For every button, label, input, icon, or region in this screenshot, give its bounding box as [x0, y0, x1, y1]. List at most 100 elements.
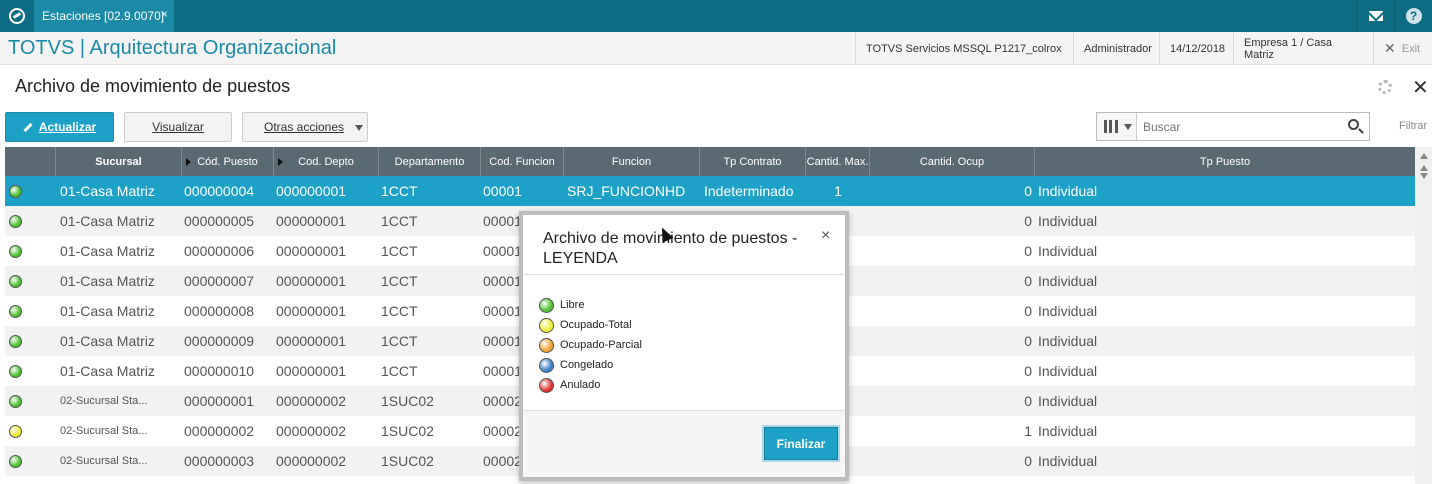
legend-item: Congelado	[539, 357, 613, 373]
column-header-tp-contrato[interactable]: Tp Contrato	[700, 147, 806, 176]
cell-depto: 000000001	[276, 243, 347, 259]
column-header-cantid-max[interactable]: Cantid. Max.	[806, 147, 870, 176]
cell-departamento: 1SUC02	[381, 453, 434, 469]
cell-departamento: 1CCT	[381, 333, 418, 349]
column-header-sucursal[interactable]: Sucursal	[56, 147, 182, 176]
tab-close-icon[interactable]: ×	[161, 7, 168, 21]
column-header-label: Cod. Depto	[298, 155, 354, 168]
legend-label: Congelado	[560, 359, 614, 371]
column-header-status[interactable]	[5, 147, 56, 176]
cell-departamento: 1CCT	[381, 243, 418, 259]
visualizar-button[interactable]: Visualizar	[124, 112, 232, 142]
column-header-departamento[interactable]: Departamento	[379, 147, 481, 176]
dialog-footer: Finalizar	[523, 410, 845, 477]
legend-label: Ocupado-Parcial	[560, 339, 642, 351]
totvs-logo-icon[interactable]	[0, 0, 34, 32]
search-input[interactable]	[1143, 113, 1343, 140]
date-info: 14/12/2018	[1159, 32, 1233, 65]
pencil-icon	[23, 122, 33, 132]
cell-puesto: 000000005	[184, 213, 255, 229]
scroll-up-icon[interactable]	[1419, 165, 1428, 171]
exit-icon: ✕	[1384, 40, 1396, 56]
cell-puesto: 000000002	[184, 423, 255, 439]
cell-ocup: 0	[1024, 213, 1032, 229]
exit-button[interactable]: ✕ Exit	[1373, 32, 1432, 65]
cell-sucursal: 01-Casa Matriz	[60, 303, 155, 319]
cell-ocup: 0	[1024, 393, 1032, 409]
cell-tipo: Individual	[1038, 363, 1098, 379]
cell-depto: 000000002	[276, 453, 347, 469]
cell-puesto: 000000009	[184, 333, 255, 349]
column-header-cod-funcion[interactable]: Cod. Funcion	[481, 147, 564, 176]
legend-label: Ocupado-Total	[560, 319, 632, 331]
legend-item: Ocupado-Parcial	[539, 337, 642, 353]
scroll-top-icon[interactable]	[1419, 153, 1428, 159]
status-dot-icon	[9, 365, 22, 378]
tab-label: Estaciones [02.9.0070]	[42, 9, 165, 23]
cell-tipo: Individual	[1038, 213, 1098, 229]
cell-sucursal: 01-Casa Matriz	[60, 273, 155, 289]
legend-dot-icon	[539, 317, 554, 333]
cell-departamento: 1CCT	[381, 273, 418, 289]
grid-scrollbar[interactable]	[1415, 147, 1432, 484]
top-bar: Estaciones [02.9.0070] × ?	[0, 0, 1432, 32]
close-icon[interactable]: ×	[821, 227, 830, 245]
cell-depto: 000000002	[276, 393, 347, 409]
column-header-funcion[interactable]: Funcion	[564, 147, 700, 176]
actualizar-label: Actualizar	[38, 120, 97, 134]
status-dot-icon	[9, 245, 22, 258]
tab-estaciones[interactable]: Estaciones [02.9.0070] ×	[34, 0, 174, 32]
column-header-cod-depto[interactable]: Cod. Depto	[274, 147, 379, 176]
finalizar-button[interactable]: Finalizar	[764, 427, 838, 460]
cell-depto: 000000001	[276, 273, 347, 289]
cell-funcion: SRJ_FUNCIONHD	[567, 183, 686, 199]
company-info[interactable]: Empresa 1 / Casa Matriz	[1233, 32, 1373, 65]
table-row[interactable]: 01-Casa Matriz 000000004 000000001 1CCT 0000…	[5, 176, 1415, 206]
cell-depto: 000000001	[276, 363, 347, 379]
cell-sucursal: 01-Casa Matriz	[60, 213, 155, 229]
cell-depto: 000000001	[276, 183, 347, 199]
legend-dot-icon	[539, 377, 554, 393]
environment-info: TOTVS Servicios MSSQL P1217_colrox	[855, 32, 1073, 65]
cell-tipo: Individual	[1038, 243, 1098, 259]
cell-depto: 000000001	[276, 213, 347, 229]
column-header-cantid-ocup[interactable]: Cantid. Ocup	[870, 147, 1035, 176]
legend-item: Libre	[539, 297, 584, 313]
divider	[523, 274, 845, 275]
gear-icon[interactable]	[1378, 80, 1392, 94]
scroll-down-icon[interactable]	[1419, 173, 1428, 179]
actualizar-button[interactable]: Actualizar	[5, 112, 114, 142]
cell-puesto: 000000008	[184, 303, 255, 319]
column-header-cod-puesto[interactable]: Cód. Puesto	[182, 147, 274, 176]
exit-label: Exit	[1401, 42, 1421, 55]
chevron-down-icon	[1124, 124, 1132, 130]
cell-departamento: 1CCT	[381, 303, 418, 319]
help-icon[interactable]: ?	[1394, 0, 1432, 32]
chevron-down-icon	[355, 125, 363, 131]
status-dot-icon	[9, 185, 22, 198]
cell-puesto: 000000003	[184, 453, 255, 469]
cell-depto: 000000002	[276, 423, 347, 439]
app-title: TOTVS | Arquitectura Organizacional	[8, 37, 337, 59]
cell-tipo: Individual	[1038, 423, 1098, 439]
cell-tipo: Individual	[1038, 453, 1098, 469]
column-header-tp-puesto[interactable]: Tp Puesto	[1035, 147, 1415, 176]
status-dot-icon	[9, 275, 22, 288]
close-page-icon[interactable]: ✕	[1412, 75, 1429, 100]
status-dot-icon	[9, 335, 22, 348]
cell-sucursal: 01-Casa Matriz	[60, 243, 155, 259]
visualizar-label: Visualizar	[152, 120, 204, 134]
cell-sucursal: 01-Casa Matriz	[60, 183, 155, 199]
status-dot-icon	[9, 395, 22, 408]
mail-icon[interactable]	[1356, 0, 1394, 32]
cell-departamento: 1CCT	[381, 183, 418, 199]
cell-departamento: 1SUC02	[381, 423, 434, 439]
cell-tipo: Individual	[1038, 183, 1098, 199]
otras-acciones-button[interactable]: Otras acciones	[242, 112, 368, 142]
filtrar-link[interactable]: Filtrar	[1399, 120, 1427, 132]
cell-departamento: 1CCT	[381, 363, 418, 379]
legend-dot-icon	[539, 337, 554, 353]
column-selector-button[interactable]	[1097, 113, 1137, 140]
search-icon[interactable]	[1348, 119, 1359, 130]
cell-sucursal: 01-Casa Matriz	[60, 333, 155, 349]
